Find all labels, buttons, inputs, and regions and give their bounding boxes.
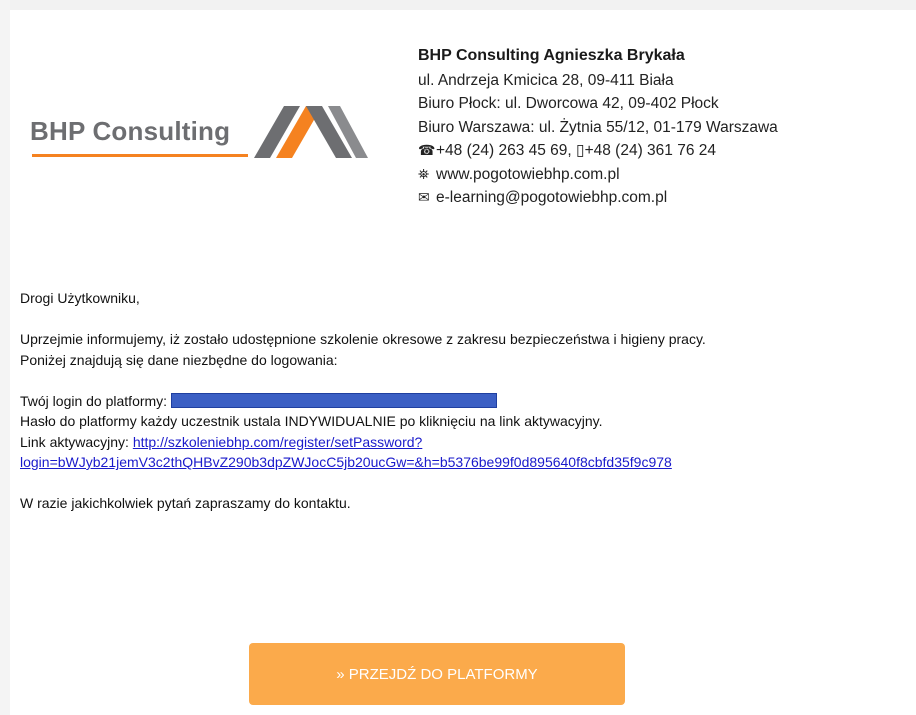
web-icon: ⛯	[418, 165, 430, 182]
phone-row: ☎+48 (24) 263 45 69, ▯+48 (24) 361 76 24	[418, 139, 778, 163]
intro-line-1: Uprzejmie informujemy, iż zostało udostę…	[20, 331, 706, 347]
website: www.pogotowiebhp.com.pl	[436, 165, 620, 183]
office-plock: Biuro Płock: ul. Dworcowa 42, 09-402 Pło…	[418, 95, 719, 112]
logo-underline	[32, 154, 248, 157]
email-address: e-learning@pogotowiebhp.com.pl	[436, 189, 668, 206]
closing: W razie jakichkolwiek pytań zapraszamy d…	[20, 495, 351, 511]
activation-link-part-2[interactable]: login=bWJyb21jemV3c2thQHBvZ290b3dpZWJocC…	[20, 454, 672, 470]
company-name: BHP Consulting Agnieszka Brykała	[418, 47, 685, 64]
email-row: ✉ e-learning@pogotowiebhp.com.pl	[418, 186, 778, 210]
office-warsaw: Biuro Warszawa: ul. Żytnia 55/12, 01-179…	[418, 118, 778, 136]
contact-block: BHP Consulting Agnieszka Brykała ul. And…	[418, 44, 778, 210]
greeting: Drogi Użytkowniku,	[20, 290, 140, 306]
logo-text: BHP Consulting	[30, 116, 231, 146]
fax-number: +48 (24) 361 76 24	[584, 142, 717, 159]
message-body: Drogi Użytkowniku, Uprzejmie informujemy…	[20, 288, 900, 514]
top-divider	[10, 0, 916, 10]
activation-label: Link aktywacyjny:	[20, 433, 129, 450]
website-row: ⛯ www.pogotowiebhp.com.pl	[418, 163, 778, 187]
intro-line-2: Poniżej znajdują się dane niezbędne do l…	[20, 351, 338, 368]
activation-link-part-1[interactable]: http://szkoleniebhp.com/register/setPass…	[133, 434, 422, 450]
activation-row-2: login=bWJyb21jemV3c2thQHBvZ290b3dpZWJocC…	[20, 452, 900, 473]
email-body: BHP Consulting BHP Consulting Agnieszka …	[10, 0, 916, 715]
go-to-platform-button[interactable]: » PRZEJDŹ DO PLATFORMY	[249, 643, 625, 705]
logo-roof-icon	[254, 106, 368, 158]
login-label: Twój login do platformy:	[20, 392, 168, 409]
login-row: Twój login do platformy:	[20, 391, 900, 412]
mail-icon: ✉	[418, 189, 430, 205]
password-info: Hasło do platformy każdy uczestnik ustal…	[20, 413, 603, 429]
phone-icon: ☎	[418, 142, 436, 158]
company-logo: BHP Consulting	[30, 106, 370, 164]
activation-row: Link aktywacyjny: http://szkoleniebhp.co…	[20, 432, 900, 453]
address: ul. Andrzeja Kmicica 28, 09-411 Biała	[418, 71, 674, 89]
phone-number: +48 (24) 263 45 69,	[436, 142, 572, 159]
login-redaction	[170, 392, 497, 408]
fax-icon: ▯	[576, 142, 585, 159]
